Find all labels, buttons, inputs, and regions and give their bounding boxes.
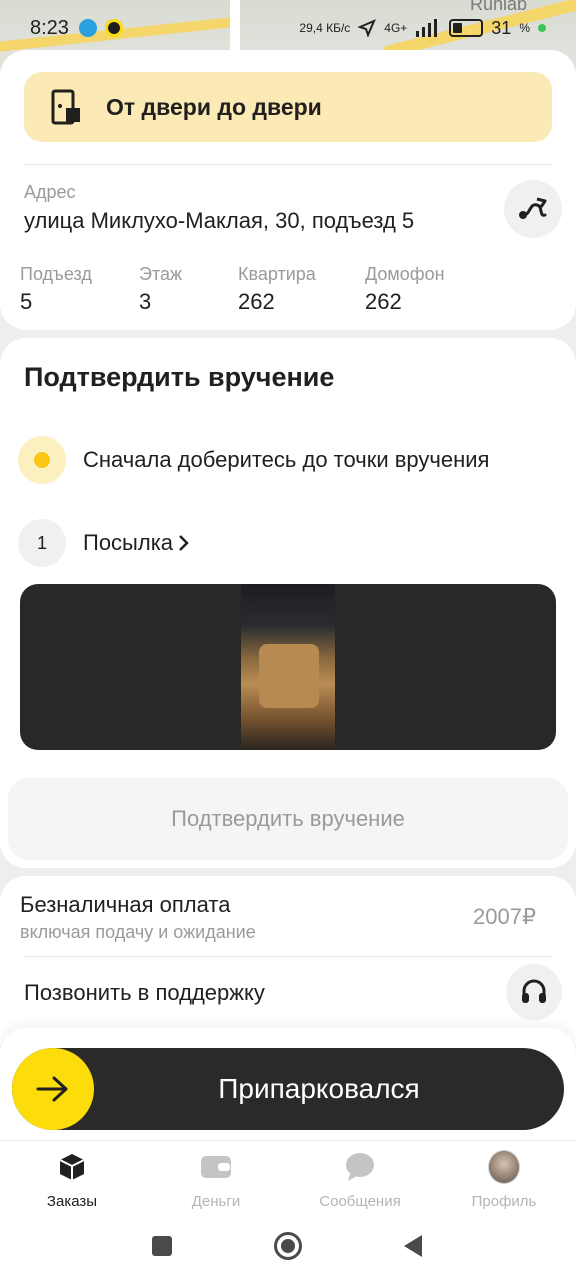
yandex-pro-icon — [104, 19, 123, 37]
network-type: 4G+ — [384, 21, 408, 35]
floor-label: Этаж — [139, 264, 183, 284]
entrance-value: 5 — [20, 289, 33, 314]
floor-info: Этаж 3 — [139, 264, 182, 315]
status-time: 8:23 — [30, 16, 69, 39]
step-pending-icon — [18, 436, 66, 484]
address-card: От двери до двери Адрес улица Миклухо-Ма… — [0, 50, 576, 330]
home-icon[interactable] — [274, 1232, 302, 1260]
parcel-bag-image — [259, 644, 319, 708]
parcel-count-badge: 1 — [18, 519, 66, 567]
parcel-label: Посылка — [83, 530, 174, 555]
tab-orders[interactable]: Заказы — [12, 1151, 132, 1210]
parcel-photo-container[interactable] — [20, 584, 556, 750]
address-label: Адрес — [24, 182, 76, 202]
recent-apps-icon[interactable] — [152, 1236, 172, 1256]
apartment-value: 262 — [238, 289, 275, 314]
parcel-row[interactable]: 1 Посылка — [18, 519, 191, 567]
door-box-icon — [51, 89, 80, 125]
chat-bubble-icon — [344, 1151, 376, 1183]
confirm-delivery-card: Подтвердить вручение Сначала доберитесь … — [0, 338, 576, 868]
battery-unit: % — [519, 21, 530, 35]
avatar — [488, 1150, 520, 1184]
step-hint: Сначала доберитесь до точки вручения — [83, 447, 490, 472]
tab-messages[interactable]: Сообщения — [300, 1151, 420, 1210]
signal-icon — [416, 19, 438, 37]
bottom-tab-bar: Заказы Деньги Сообщения Профиль — [0, 1140, 576, 1212]
telegram-icon — [78, 19, 97, 37]
tab-money[interactable]: Деньги — [156, 1151, 276, 1210]
tab-profile-label: Профиль — [471, 1193, 537, 1210]
intercom-label: Домофон — [365, 264, 445, 284]
box-icon — [56, 1151, 88, 1183]
wallet-icon — [200, 1151, 232, 1183]
parcel-count: 1 — [36, 532, 47, 553]
confirm-title: Подтвердить вручение — [24, 362, 335, 392]
chevron-right-icon — [179, 535, 189, 551]
entrance-info: Подъезд 5 — [20, 264, 92, 315]
payment-card: Безналичная оплата включая подачу и ожид… — [0, 876, 576, 1046]
tab-orders-label: Заказы — [46, 1193, 98, 1210]
divider — [24, 164, 552, 165]
tab-messages-label: Сообщения — [319, 1193, 401, 1210]
step-reach-point: Сначала доберитесь до точки вручения — [18, 436, 489, 484]
route-button[interactable] — [504, 180, 562, 238]
confirm-delivery-button[interactable]: Подтвердить вручение — [8, 778, 568, 860]
system-navigation-bar — [0, 1212, 576, 1280]
battery-level: 31 — [491, 17, 512, 38]
address-value: улица Миклухо-Маклая, 30, подъезд 5 — [24, 208, 415, 233]
entrance-label: Подъезд — [20, 264, 92, 284]
status-bar: 8:23 29,4 КБ/с 4G+ 31 % — [0, 10, 576, 46]
intercom-value: 262 — [365, 289, 402, 314]
slider-knob[interactable] — [12, 1048, 94, 1130]
parcel-photo — [241, 584, 335, 750]
profile-avatar — [488, 1150, 520, 1184]
apartment-info: Квартира 262 — [238, 264, 316, 315]
support-call-button[interactable] — [506, 964, 562, 1020]
support-call-label[interactable]: Позвонить в поддержку — [24, 980, 265, 1006]
door-to-door-banner[interactable]: От двери до двери — [24, 72, 552, 142]
status-indicators: 29,4 КБ/с 4G+ 31 % — [299, 18, 546, 39]
payment-amount: 2007₽ — [473, 904, 536, 929]
floor-value: 3 — [139, 289, 152, 314]
door-to-door-label: От двери до двери — [106, 93, 322, 120]
apartment-label: Квартира — [238, 264, 316, 284]
payment-title: Безналичная оплата — [20, 892, 231, 917]
battery-icon — [449, 19, 484, 37]
headset-icon — [522, 979, 546, 1003]
tab-money-label: Деньги — [191, 1193, 241, 1210]
intercom-info: Домофон 262 — [365, 264, 445, 315]
location-icon — [358, 19, 377, 37]
slider-area: Припарковался — [0, 1028, 576, 1140]
privacy-dot-icon — [538, 24, 546, 32]
parked-slider[interactable]: Припарковался — [12, 1048, 564, 1130]
payment-subtitle: включая подачу и ожидание — [20, 922, 256, 942]
divider — [24, 956, 552, 957]
arrow-right-icon — [36, 1076, 68, 1102]
back-icon[interactable] — [404, 1235, 422, 1257]
slider-label: Припарковался — [218, 1073, 420, 1104]
tab-profile[interactable]: Профиль — [444, 1150, 564, 1210]
confirm-delivery-button-label: Подтвердить вручение — [171, 806, 405, 831]
route-icon — [519, 197, 547, 219]
network-speed: 29,4 КБ/с — [299, 21, 351, 35]
